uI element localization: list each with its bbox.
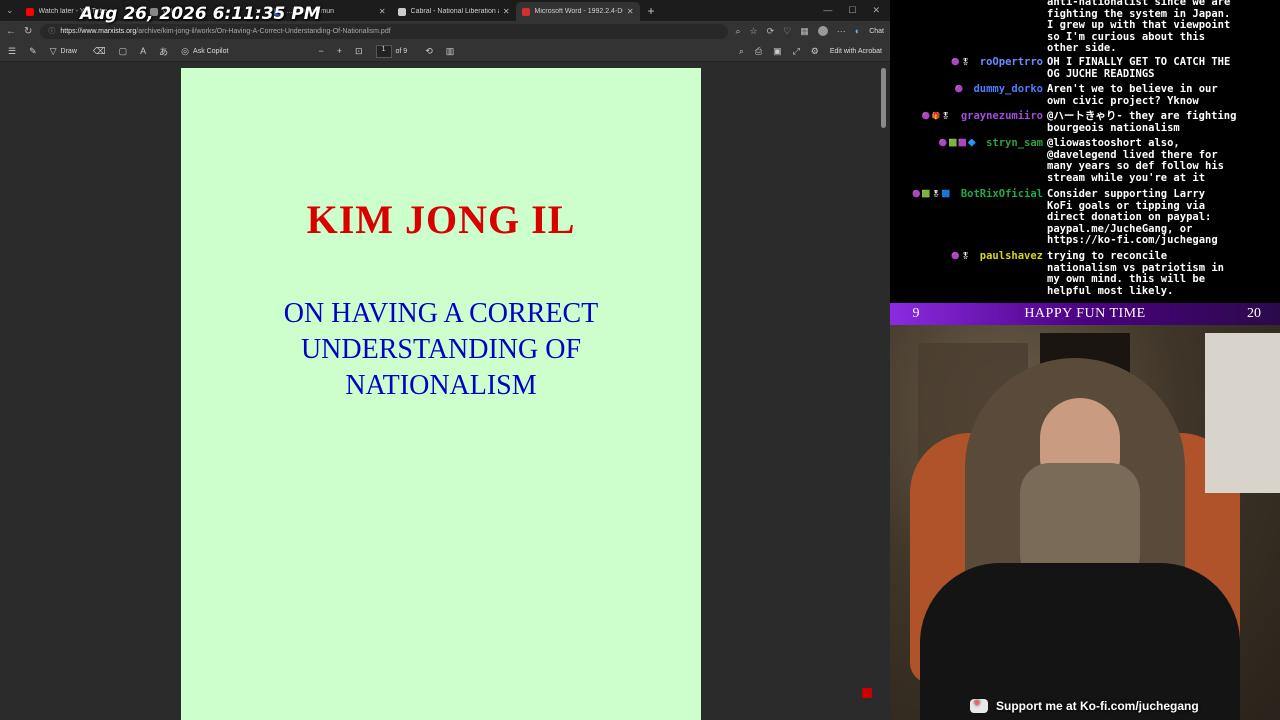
clock-overlay: Aug 26, 2026 6:11:35 PM	[80, 4, 321, 24]
pdf-viewer[interactable]: KIM JONG IL ON HAVING A CORRECT UNDERSTA…	[0, 62, 890, 720]
url-host: https://www.marxists.org	[60, 27, 137, 35]
tab-favicon-icon	[397, 7, 406, 16]
page-number-input[interactable]: 1	[375, 44, 392, 58]
edit-with-acrobat-button[interactable]: Edit with Acrobat	[830, 48, 882, 55]
tab-favicon-icon	[25, 7, 34, 16]
back-icon[interactable]: ←	[6, 26, 16, 37]
browser-tab[interactable]: Microsoft Word - 1992.2.4-D6.doc ✕	[515, 2, 640, 21]
extensions-icon[interactable]: ⟳	[767, 26, 775, 37]
tab-title: Microsoft Word - 1992.2.4-D6.doc	[534, 8, 623, 15]
translate-icon[interactable]: あ	[159, 45, 168, 58]
search-icon[interactable]: ⌕	[739, 46, 744, 57]
chat-text: @ハートきゃり- they are fighting bourgeois nat…	[1047, 110, 1237, 134]
tab-favicon-icon	[521, 7, 530, 16]
webcam-feed: 9 HAPPY FUN TIME 20 Support me at Ko-fi.…	[890, 303, 1280, 720]
chat-text: OH I FINALLY GET TO CATCH THE OG JUCHE R…	[1047, 56, 1231, 80]
minimize-icon[interactable]: —	[823, 5, 832, 16]
clothes-rack	[1205, 333, 1280, 493]
favorites-icon[interactable]: ♡	[783, 26, 791, 37]
page-view-icon[interactable]: ▥	[446, 46, 455, 57]
rotate-icon[interactable]: ⟲	[425, 46, 433, 57]
chat-text: Aren't we to believe in our own civic pr…	[1047, 83, 1218, 107]
chat-username[interactable]: stryn_sam	[986, 137, 1043, 150]
save-as-icon[interactable]: ⤢	[793, 46, 800, 57]
eraser-icon[interactable]: ⌫	[93, 46, 106, 57]
chat-text: Consider supporting Larry KoFi goals or …	[1047, 188, 1218, 246]
zoom-icon[interactable]: ⌕	[736, 26, 741, 37]
collections-icon[interactable]: ▦	[800, 26, 809, 37]
stream-title: HAPPY FUN TIME	[1024, 306, 1146, 321]
draw-button[interactable]: Draw	[61, 48, 77, 55]
close-tab-icon[interactable]: ✕	[379, 7, 386, 16]
tab-menu-icon[interactable]: ⌄	[0, 5, 20, 16]
close-tab-icon[interactable]: ✕	[627, 7, 634, 16]
chat-username[interactable]: paulshavez	[980, 250, 1043, 263]
document-title: ON HAVING A CORRECT UNDERSTANDING OF NAT…	[283, 298, 599, 401]
copilot-icon[interactable]: ◐	[855, 26, 860, 36]
save-icon[interactable]: ▣	[773, 46, 782, 57]
scrollbar[interactable]	[881, 68, 886, 128]
chat-badges: 🟣🟩🎖🟦	[912, 190, 952, 198]
kofi-support-text: Support me at Ko-fi.com/juchegang	[996, 699, 1199, 713]
more-menu-icon[interactable]: ⋯	[837, 26, 846, 37]
close-tab-icon[interactable]: ✕	[503, 7, 510, 16]
chat-text: @liowastooshort also, @davelegend lived …	[1047, 137, 1225, 184]
stream-title-bar: 9 HAPPY FUN TIME 20	[890, 303, 1280, 325]
read-aloud-icon[interactable]: A	[140, 46, 146, 56]
print-icon[interactable]: ⎙	[755, 46, 762, 57]
pdf-toolbar: ☰ ✎ ▽ Draw ⌫ ▢ A あ ◎ Ask Copilot − + ⊡ 1…	[0, 41, 890, 62]
chat-username[interactable]: dummy_dorko	[973, 83, 1043, 96]
fit-page-icon[interactable]: ⊡	[355, 46, 363, 57]
stream-chat: anti-nationalist since we are fighting t…	[890, 0, 1280, 303]
add-text-icon[interactable]: ▢	[119, 46, 128, 57]
new-tab-button[interactable]: +	[640, 4, 663, 18]
avatar[interactable]	[817, 26, 828, 36]
highlight-icon[interactable]: ✎	[29, 46, 37, 57]
browser-tab[interactable]: Cabral - National Liberation and C ✕	[392, 2, 516, 21]
kofi-banner: Support me at Ko-fi.com/juchegang	[970, 696, 1220, 716]
page-count: of 9	[395, 47, 408, 55]
contents-icon[interactable]: ☰	[8, 46, 16, 57]
maximize-icon[interactable]: ☐	[848, 5, 856, 16]
ask-copilot-button[interactable]: Ask Copilot	[193, 48, 228, 55]
close-window-icon[interactable]: ✕	[872, 5, 880, 16]
chat-badges: 🟣	[954, 85, 965, 93]
chat-button[interactable]: Chat	[869, 28, 884, 35]
chat-text: trying to reconcile nationalism vs patri…	[1047, 250, 1225, 297]
chat-text: anti-nationalist since we are fighting t…	[1047, 0, 1231, 54]
document-author: KIM JONG IL	[306, 197, 576, 242]
browser-window: ⌄ Watch later - YouTube ✕ Wik ✕ ...new commu…	[0, 0, 890, 720]
chat-username[interactable]: graynezumiiro	[961, 110, 1043, 123]
stream-right-number: 20	[1247, 306, 1261, 321]
chat-username[interactable]: BotRixOficial	[961, 188, 1043, 201]
ask-copilot-icon[interactable]: ◎	[181, 46, 189, 57]
tab-title: Cabral - National Liberation and C	[410, 8, 499, 15]
settings-gear-icon[interactable]: ⚙	[811, 46, 819, 57]
refresh-icon[interactable]: ↻	[24, 26, 32, 37]
url-field[interactable]: ⓘ https://www.marxists.org/archive/kim-j…	[40, 23, 728, 39]
kofi-cup-icon	[970, 698, 988, 713]
pdf-page: KIM JONG IL ON HAVING A CORRECT UNDERSTA…	[181, 68, 701, 720]
chat-badges: 🟣🟩🟪🔷	[938, 139, 978, 147]
acrobat-badge-icon[interactable]	[862, 688, 872, 698]
stream-left-number: 9	[912, 306, 920, 321]
site-info-icon[interactable]: ⓘ	[48, 26, 55, 36]
address-bar: ← ↻ ⓘ https://www.marxists.org/archive/k…	[0, 21, 890, 41]
chat-badges: 🟣🎖	[951, 252, 971, 260]
zoom-out-icon[interactable]: −	[318, 46, 323, 56]
url-path: /archive/kim-jong-il/works/On-Having-A-C…	[136, 27, 391, 35]
chat-badges: 🟣🎖	[951, 58, 971, 66]
chat-badges: 🟣🎁🎖	[921, 112, 952, 120]
zoom-in-icon[interactable]: +	[337, 46, 342, 56]
draw-icon[interactable]: ▽	[50, 46, 57, 57]
chat-username[interactable]: roOpertrro	[980, 56, 1043, 69]
favorite-star-icon[interactable]: ☆	[750, 26, 758, 37]
